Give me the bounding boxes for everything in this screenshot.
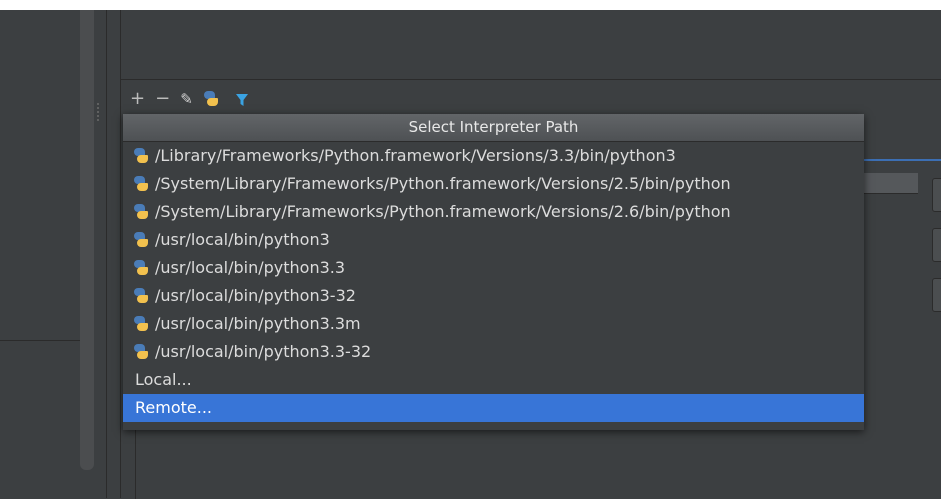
window-top-edge [0, 0, 941, 10]
python-icon [133, 232, 149, 248]
list-item[interactable]: /usr/local/bin/python3-32 [123, 282, 864, 310]
list-item[interactable]: /usr/local/bin/python3 [123, 226, 864, 254]
interpreter-path: /usr/local/bin/python3-32 [155, 286, 356, 305]
local-option[interactable]: Local... [123, 366, 864, 394]
add-icon[interactable]: + [130, 88, 145, 110]
python-icon [133, 288, 149, 304]
interpreter-toolbar: + − ✎ [130, 88, 249, 110]
python-icon [133, 148, 149, 164]
select-interpreter-popup: Select Interpreter Path /Library/Framewo… [123, 114, 864, 430]
interpreter-list: /Library/Frameworks/Python.framework/Ver… [123, 142, 864, 422]
divider [120, 10, 121, 498]
side-button[interactable] [932, 278, 941, 312]
interpreter-path: /Library/Frameworks/Python.framework/Ver… [155, 146, 676, 165]
python-icon [133, 344, 149, 360]
python-icon [133, 316, 149, 332]
list-item[interactable]: /usr/local/bin/python3.3 [123, 254, 864, 282]
interpreter-path: /System/Library/Frameworks/Python.framew… [155, 174, 731, 193]
popup-title: Select Interpreter Path [123, 114, 864, 142]
filter-icon[interactable] [235, 92, 249, 106]
list-item[interactable]: /System/Library/Frameworks/Python.framew… [123, 198, 864, 226]
focus-indicator [864, 159, 941, 161]
list-item[interactable]: /usr/local/bin/python3.3m [123, 310, 864, 338]
left-panel-divider [0, 340, 80, 341]
python-icon [133, 176, 149, 192]
interpreter-path: /usr/local/bin/python3.3-32 [155, 342, 372, 361]
remote-option[interactable]: Remote... [123, 394, 864, 422]
divider [106, 10, 107, 498]
python-icon[interactable] [203, 91, 219, 107]
scrollbar[interactable] [80, 10, 94, 470]
python-icon [133, 260, 149, 276]
side-button[interactable] [932, 178, 941, 212]
divider [120, 79, 941, 80]
interpreter-path: /System/Library/Frameworks/Python.framew… [155, 202, 731, 221]
interpreter-path: /usr/local/bin/python3.3m [155, 314, 361, 333]
side-button[interactable] [932, 228, 941, 262]
splitter-grip-icon[interactable] [96, 102, 100, 122]
table-header [862, 173, 918, 194]
python-icon [133, 204, 149, 220]
pencil-icon[interactable]: ✎ [180, 88, 193, 110]
interpreter-path: /usr/local/bin/python3 [155, 230, 330, 249]
remove-icon[interactable]: − [155, 88, 170, 110]
interpreter-path: /usr/local/bin/python3.3 [155, 258, 346, 277]
list-item[interactable]: /usr/local/bin/python3.3-32 [123, 338, 864, 366]
left-panel [0, 10, 80, 498]
list-item[interactable]: /Library/Frameworks/Python.framework/Ver… [123, 142, 864, 170]
list-item[interactable]: /System/Library/Frameworks/Python.framew… [123, 170, 864, 198]
